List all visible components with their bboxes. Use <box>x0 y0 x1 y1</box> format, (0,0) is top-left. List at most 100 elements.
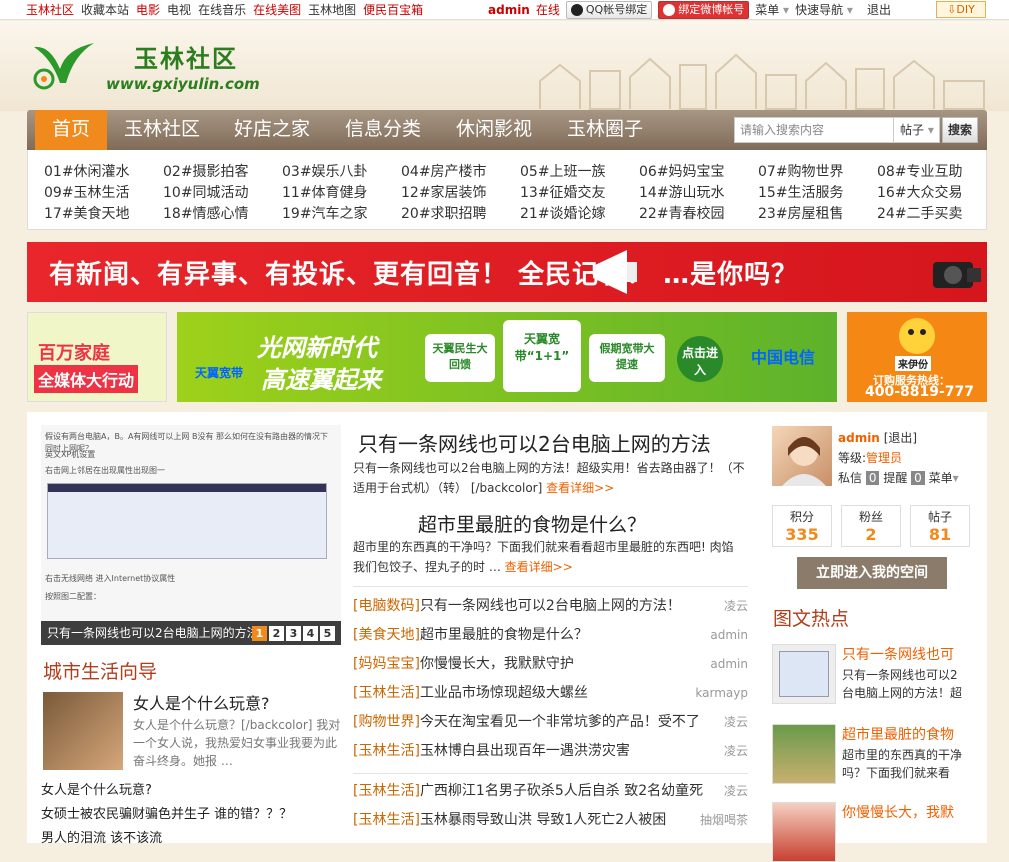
list-item-category[interactable]: [购物世界] <box>353 714 420 730</box>
category-link[interactable]: 13#征婚交友 <box>520 182 606 202</box>
featured-slider[interactable]: 假设有两台电脑A，B。A有网线可以上网 B没有 那么如何在没有路由器的情况下同时… <box>41 425 341 645</box>
list-item[interactable]: [电脑数码]只有一条网线也可以2台电脑上网的方法！ 凌云 <box>353 596 748 616</box>
category-link[interactable]: 01#休闲灌水 <box>44 161 130 181</box>
stat-fans[interactable]: 粉丝 2 <box>841 505 901 547</box>
qq-bind-button[interactable]: QQ帐号绑定 <box>565 1 653 19</box>
list-item-author[interactable]: admin <box>710 654 748 674</box>
top-link-music[interactable]: 在线音乐 <box>198 0 246 20</box>
second-headline-more-link[interactable]: 查看详细>> <box>505 560 573 574</box>
hot-thumbnail[interactable] <box>772 802 836 862</box>
category-link[interactable]: 05#上班一族 <box>520 161 606 181</box>
list-item-author[interactable]: 凌云 <box>724 741 748 761</box>
ad-telecom-enter[interactable]: 点击进入 <box>677 336 723 382</box>
headline-title[interactable]: 只有一条网线也可以2台电脑上网的方法 <box>358 428 711 457</box>
diy-button[interactable]: ⇩DIY <box>936 1 986 18</box>
city-list-item[interactable]: 男人的泪流 该不该流 <box>41 827 162 846</box>
top-link-bookmark[interactable]: 收藏本站 <box>81 0 129 20</box>
category-link[interactable]: 18#情感心情 <box>163 203 249 223</box>
user-name[interactable]: admin <box>838 431 880 445</box>
hot-item[interactable]: 只有一条网线也可 只有一条网线也可以2台电脑上网的方法！超 <box>772 644 972 710</box>
hot-item[interactable]: 超市里最脏的食物 超市里的东西真的干净吗？下面我们就来看 <box>772 724 972 790</box>
user-menu[interactable]: 菜单 <box>929 471 953 485</box>
list-item-category[interactable]: [美食天地] <box>353 627 420 643</box>
category-link[interactable]: 03#娱乐八卦 <box>282 161 368 181</box>
list-item-author[interactable]: 凌云 <box>724 712 748 732</box>
top-link-tv[interactable]: 电视 <box>167 0 191 20</box>
list-item-category[interactable]: [妈妈宝宝] <box>353 656 420 672</box>
city-item-title[interactable]: 女人是个什么玩意? <box>133 690 270 714</box>
list-item-category[interactable]: [玉林生活] <box>353 812 420 828</box>
category-link[interactable]: 14#游山玩水 <box>639 182 725 202</box>
list-item[interactable]: [妈妈宝宝]你慢慢长大，我默默守护 admin <box>353 654 748 674</box>
list-item[interactable]: [玉林生活]工业品市场惊现超级大螺丝 karmayp <box>353 683 748 703</box>
category-link[interactable]: 19#汽车之家 <box>282 203 368 223</box>
top-link-home[interactable]: 玉林社区 <box>26 0 74 20</box>
ad-banner-telecom[interactable]: 天翼宽带 光网新时代 高速翼起来 天翼民生大回馈 天翼宽带“1+1” 假期宽带大… <box>177 312 837 402</box>
nav-item-movies[interactable]: 休闲影视 <box>445 110 543 150</box>
hot-item[interactable]: 你慢慢长大，我默 <box>772 802 972 862</box>
nav-item-classified[interactable]: 信息分类 <box>334 110 432 150</box>
slider-page[interactable]: 4 <box>303 626 318 641</box>
category-link[interactable]: 10#同城活动 <box>163 182 249 202</box>
category-link[interactable]: 02#摄影拍客 <box>163 161 249 181</box>
category-link[interactable]: 15#生活服务 <box>758 182 844 202</box>
category-link[interactable]: 04#房产楼市 <box>401 161 487 181</box>
list-item-title[interactable]: 只有一条网线也可以2台电脑上网的方法！ <box>420 598 681 614</box>
list-item-title[interactable]: 工业品市场惊现超级大螺丝 <box>420 685 588 701</box>
second-headline-title[interactable]: 超市里最脏的食物是什么？ <box>418 510 646 537</box>
category-link[interactable]: 17#美食天地 <box>44 203 130 223</box>
stat-posts[interactable]: 帖子 81 <box>910 505 970 547</box>
hot-thumbnail[interactable] <box>772 644 836 704</box>
list-item[interactable]: [玉林生活]广西柳江1名男子砍杀5人后自杀 致2名幼童死 凌云 <box>353 781 748 801</box>
list-item-title[interactable]: 玉林暴雨导致山洪 导致1人死亡2人被困 <box>420 812 666 828</box>
category-link[interactable]: 16#大众交易 <box>877 182 963 202</box>
slider-page[interactable]: 3 <box>286 626 301 641</box>
category-link[interactable]: 06#妈妈宝宝 <box>639 161 725 181</box>
reporter-banner[interactable]: 有新闻、有异事、有投诉、更有回音！ 全民记者！ …是你吗？ <box>27 242 987 302</box>
nav-item-shops[interactable]: 好店之家 <box>223 110 321 150</box>
stat-points[interactable]: 积分 335 <box>772 505 832 547</box>
avatar[interactable] <box>772 426 832 486</box>
list-item-author[interactable]: 凌云 <box>724 781 748 801</box>
hot-item-title[interactable]: 超市里最脏的食物 <box>842 724 954 744</box>
nav-item-community[interactable]: 玉林社区 <box>113 110 211 150</box>
logout-link[interactable]: 退出 <box>867 0 891 20</box>
search-input[interactable] <box>734 117 894 143</box>
top-link-toolbox[interactable]: 便民百宝箱 <box>363 0 423 20</box>
pm-link[interactable]: 私信 <box>838 471 862 485</box>
city-item-thumbnail[interactable] <box>43 692 123 770</box>
list-item-title[interactable]: 你慢慢长大，我默默守护 <box>420 656 574 672</box>
category-link[interactable]: 22#青春校园 <box>639 203 725 223</box>
headline-more-link[interactable]: 查看详细>> <box>546 481 614 495</box>
slider-page[interactable]: 5 <box>320 626 335 641</box>
user-logout[interactable]: [退出] <box>884 431 917 445</box>
top-menu[interactable]: 菜单 ▾ <box>755 0 789 20</box>
category-link[interactable]: 21#谈婚论嫁 <box>520 203 606 223</box>
site-logo[interactable] <box>30 39 100 93</box>
category-link[interactable]: 09#玉林生活 <box>44 182 130 202</box>
hot-item-title[interactable]: 你慢慢长大，我默 <box>842 802 954 822</box>
category-link[interactable]: 23#房屋租售 <box>758 203 844 223</box>
slider-page[interactable]: 1 <box>252 626 267 641</box>
list-item-author[interactable]: admin <box>710 625 748 645</box>
list-item[interactable]: [购物世界]今天在淘宝看见一个非常坑爹的产品！受不了 凌云 <box>353 712 748 732</box>
slider-page[interactable]: 2 <box>269 626 284 641</box>
remind-link[interactable]: 提醒 <box>883 471 907 485</box>
category-link[interactable]: 20#求职招聘 <box>401 203 487 223</box>
top-username[interactable]: admin <box>488 0 530 20</box>
list-item[interactable]: [玉林生活]玉林博白县出现百年一遇洪涝灾害 凌云 <box>353 741 748 761</box>
list-item-category[interactable]: [玉林生活] <box>353 783 420 799</box>
list-item-title[interactable]: 今天在淘宝看见一个非常坑爹的产品！受不了 <box>420 714 700 730</box>
user-level[interactable]: 管理员 <box>866 451 902 465</box>
list-item-title[interactable]: 超市里最脏的食物是什么？ <box>420 627 588 643</box>
nav-item-circles[interactable]: 玉林圈子 <box>556 110 654 150</box>
ad-banner-laiyifen[interactable]: 来伊份 订购服务热线： 400-8819-777 <box>847 312 987 402</box>
category-link[interactable]: 12#家居装饰 <box>401 182 487 202</box>
category-link[interactable]: 24#二手买卖 <box>877 203 963 223</box>
top-link-photos[interactable]: 在线美图 <box>253 0 301 20</box>
list-item[interactable]: [玉林生活]玉林暴雨导致山洪 导致1人死亡2人被困 抽烟喝茶 <box>353 810 748 830</box>
list-item[interactable]: [美食天地]超市里最脏的食物是什么？ admin <box>353 625 748 645</box>
quick-nav[interactable]: 快速导航 ▾ <box>795 0 853 20</box>
category-link[interactable]: 07#购物世界 <box>758 161 844 181</box>
hot-thumbnail[interactable] <box>772 724 836 784</box>
